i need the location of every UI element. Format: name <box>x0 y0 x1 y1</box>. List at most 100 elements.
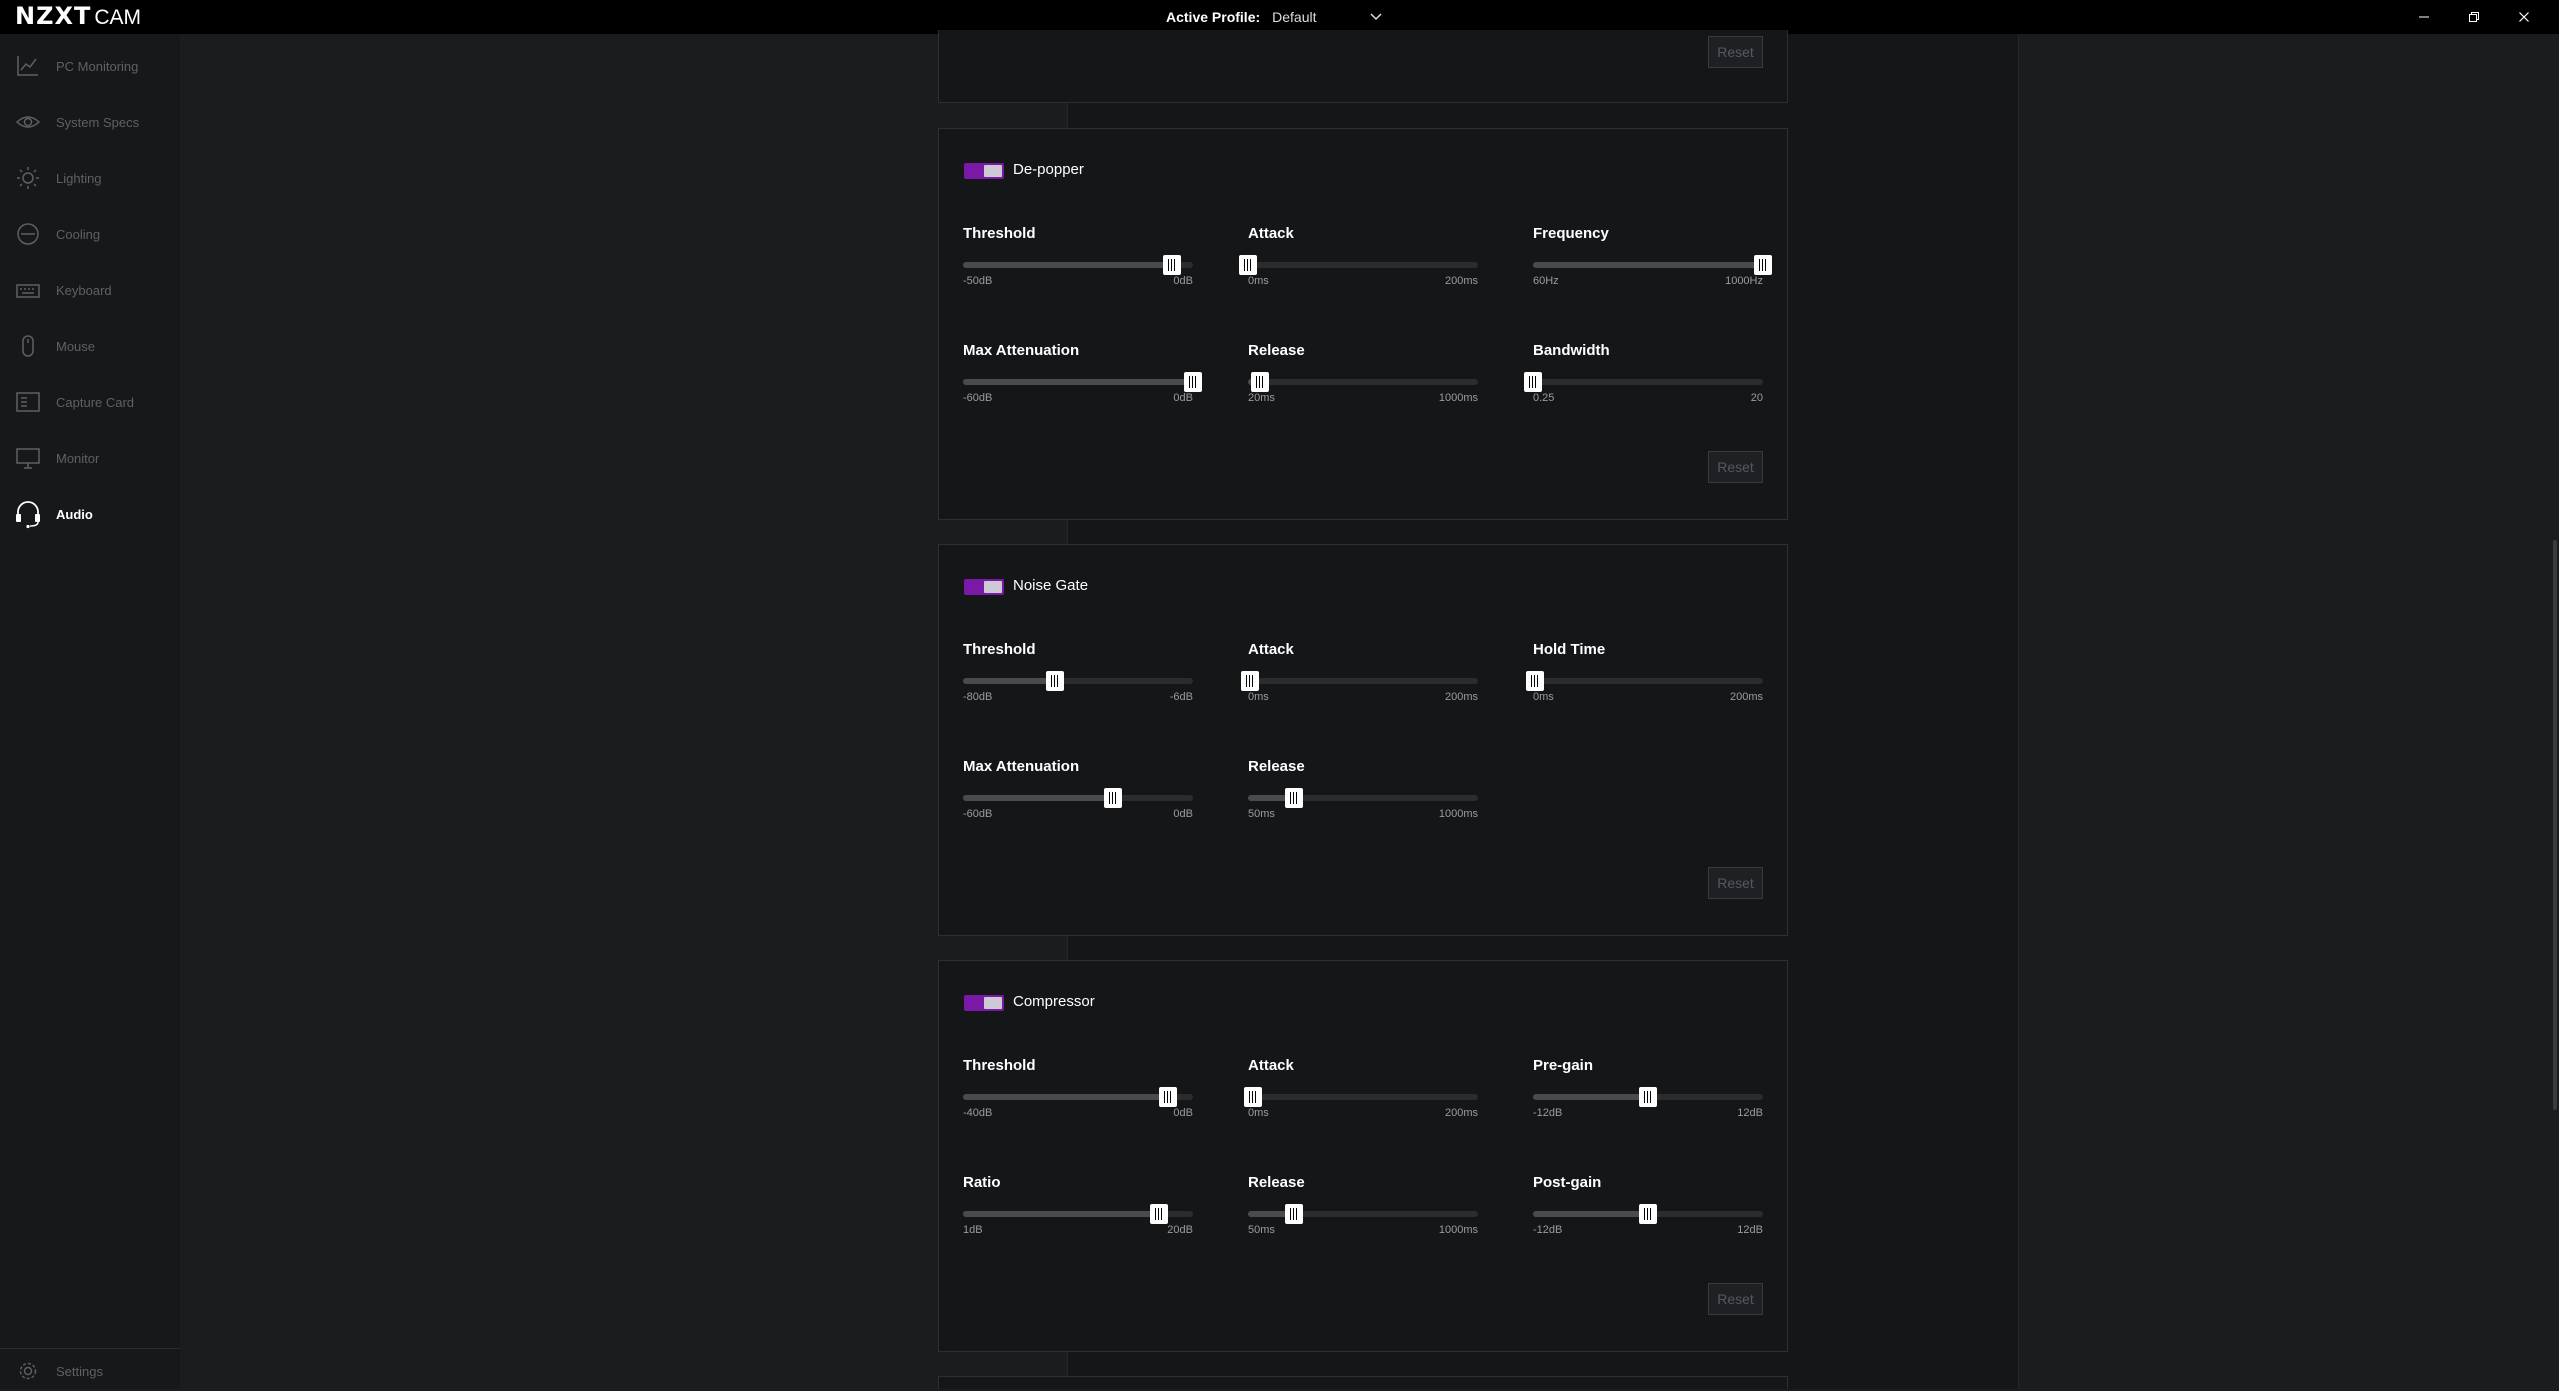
attack-slider[interactable]: Attack 0ms 200ms <box>1239 225 1478 295</box>
slider-thumb[interactable] <box>1285 1204 1303 1224</box>
profile-dropdown[interactable]: Default <box>1272 9 1382 25</box>
slider-thumb[interactable] <box>1285 788 1303 808</box>
slider-thumb[interactable] <box>1239 255 1257 275</box>
slider-max-label: 1000ms <box>1438 392 1478 404</box>
sidebar-item-settings[interactable]: Settings <box>0 1351 180 1391</box>
slider-thumb[interactable] <box>1524 372 1542 392</box>
slider-track[interactable] <box>1243 1087 1478 1107</box>
release-slider[interactable]: Release 50ms 1000ms <box>1248 1174 1478 1244</box>
bandwidth-slider[interactable]: Bandwidth 0.25 20 <box>1524 342 1763 412</box>
slider-track[interactable] <box>1533 1087 1763 1107</box>
sidebar-item-monitor[interactable]: Monitor <box>0 438 180 478</box>
close-button[interactable] <box>2499 0 2549 34</box>
slider-track[interactable] <box>1533 1204 1763 1224</box>
release-slider[interactable]: Release 20ms 1000ms <box>1248 342 1478 412</box>
monitor-icon <box>14 444 42 472</box>
frequency-slider[interactable]: Frequency 60Hz 1000Hz <box>1533 225 1772 295</box>
slider-thumb[interactable] <box>1639 1087 1657 1107</box>
minimize-button[interactable] <box>2399 0 2449 34</box>
sidebar-item-label: Keyboard <box>56 282 112 298</box>
slider-fill <box>1533 1094 1648 1100</box>
slider-fill <box>963 795 1113 801</box>
pre-gain-slider[interactable]: Pre-gain -12dB 12dB <box>1533 1057 1763 1127</box>
sidebar-item-capture-card[interactable]: Capture Card <box>0 382 180 422</box>
slider-label: Release <box>1248 342 1305 359</box>
max-attenuation-slider[interactable]: Max Attenuation -60dB 0dB <box>963 342 1202 412</box>
slider-thumb[interactable] <box>1526 671 1545 691</box>
slider-fill <box>963 678 1055 684</box>
slider-track[interactable] <box>1526 671 1763 691</box>
reset-button[interactable]: Reset <box>1708 1283 1763 1315</box>
threshold-slider[interactable]: Threshold -40dB 0dB <box>963 1057 1193 1127</box>
slider-thumb[interactable] <box>1184 372 1202 392</box>
scrollbar-thumb[interactable] <box>2553 540 2557 1110</box>
slider-thumb[interactable] <box>1639 1204 1657 1224</box>
noise-gate-toggle[interactable] <box>964 579 1004 595</box>
slider-thumb[interactable] <box>1046 671 1064 691</box>
restore-button[interactable] <box>2449 0 2499 34</box>
slider-thumb[interactable] <box>1149 1204 1168 1224</box>
reset-button[interactable]: Reset <box>1708 867 1763 899</box>
sidebar-item-pc-monitoring[interactable]: PC Monitoring <box>0 46 180 86</box>
reset-button[interactable]: Reset <box>1708 36 1763 68</box>
keyboard-icon <box>14 276 42 304</box>
slider-thumb[interactable] <box>1241 671 1260 691</box>
slider-min-label: 50ms <box>1248 1224 1275 1236</box>
post-gain-slider[interactable]: Post-gain -12dB 12dB <box>1533 1174 1763 1244</box>
slider-track[interactable] <box>1533 255 1772 275</box>
threshold-slider[interactable]: Threshold -50dB 0dB <box>963 225 1193 295</box>
card-title: De-popper <box>1013 161 1084 178</box>
slider-min-label: 50ms <box>1248 808 1275 820</box>
brand-sub: CAM <box>94 6 142 29</box>
slider-track[interactable] <box>1524 372 1763 392</box>
slider-track[interactable] <box>963 372 1202 392</box>
sidebar-item-lighting[interactable]: Lighting <box>0 158 180 198</box>
minimize-icon <box>2419 16 2429 18</box>
slider-min-label: -60dB <box>963 392 993 404</box>
slider-track[interactable] <box>1248 1204 1478 1224</box>
slider-track[interactable] <box>963 255 1193 275</box>
slider-min-label: 0ms <box>1533 691 1554 703</box>
slider-track[interactable] <box>963 1204 1193 1224</box>
slider-min-label: -60dB <box>963 808 993 820</box>
depopper-toggle[interactable] <box>964 163 1004 179</box>
slider-track[interactable] <box>963 1087 1193 1107</box>
sidebar-item-system-specs[interactable]: System Specs <box>0 102 180 142</box>
slider-thumb[interactable] <box>1163 255 1182 275</box>
sidebar-item-audio[interactable]: Audio <box>0 494 180 534</box>
reset-button[interactable]: Reset <box>1708 451 1763 483</box>
sidebar-item-label: PC Monitoring <box>56 58 139 74</box>
slider-fill <box>963 1211 1159 1217</box>
slider-thumb[interactable] <box>1243 1087 1262 1107</box>
slider-thumb[interactable] <box>1754 255 1772 275</box>
sidebar-item-keyboard[interactable]: Keyboard <box>0 270 180 310</box>
max-attenuation-slider[interactable]: Max Attenuation -60dB 0dB <box>963 758 1193 828</box>
slider-track[interactable] <box>963 671 1193 691</box>
slider-thumb[interactable] <box>1250 372 1269 392</box>
slider-track[interactable] <box>963 788 1193 808</box>
slider-track[interactable] <box>1239 255 1478 275</box>
hold-time-slider[interactable]: Hold Time 0ms 200ms <box>1526 641 1763 711</box>
scrollbar[interactable] <box>2551 34 2559 1389</box>
slider-track[interactable] <box>1248 788 1478 808</box>
attack-slider[interactable]: Attack 0ms 200ms <box>1241 641 1478 711</box>
slider-max-label: 1000ms <box>1438 808 1478 820</box>
slider-track[interactable] <box>1248 372 1478 392</box>
slider-thumb[interactable] <box>1103 788 1122 808</box>
compressor-toggle[interactable] <box>964 995 1004 1011</box>
ratio-slider[interactable]: Ratio 1dB 20dB <box>963 1174 1193 1244</box>
slider-thumb[interactable] <box>1158 1087 1177 1107</box>
release-slider[interactable]: Release 50ms 1000ms <box>1248 758 1478 828</box>
active-profile: Active Profile: Default <box>1166 0 1382 34</box>
attack-slider[interactable]: Attack 0ms 200ms <box>1243 1057 1478 1127</box>
brand-main: NZXT <box>15 2 92 30</box>
slider-min-label: -40dB <box>963 1107 993 1119</box>
sidebar-item-cooling[interactable]: Cooling <box>0 214 180 254</box>
sidebar-item-mouse[interactable]: Mouse <box>0 326 180 366</box>
slider-track[interactable] <box>1241 671 1478 691</box>
gear-icon <box>14 1357 42 1385</box>
window-controls <box>2399 0 2549 34</box>
threshold-slider[interactable]: Threshold -80dB -6dB <box>963 641 1193 711</box>
slider-label: Attack <box>1248 641 1294 658</box>
toggle-knob <box>984 581 1002 593</box>
